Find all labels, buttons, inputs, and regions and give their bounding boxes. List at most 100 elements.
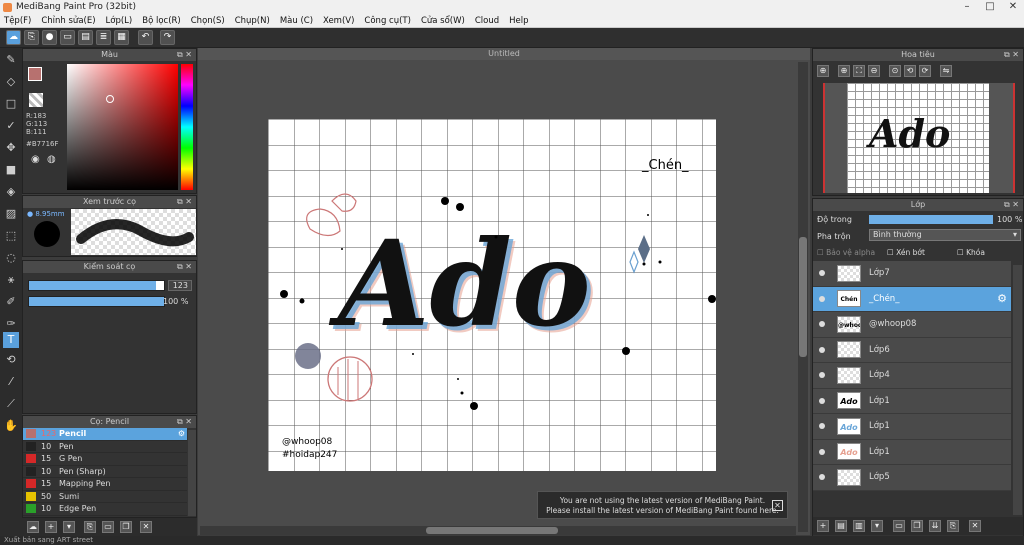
duplicate-layer-icon[interactable]: ❐ (911, 520, 923, 532)
dot-tool-icon[interactable]: ✓ (3, 118, 19, 134)
layer-row[interactable]: Lớp4 (813, 363, 1011, 389)
layer-folder-icon[interactable]: ▭ (893, 520, 905, 532)
brush-item-pen-sharp[interactable]: 10 Pen (Sharp) (23, 466, 187, 478)
brush-item-pen[interactable]: 10 Pen (23, 441, 187, 453)
zoom-in-icon[interactable]: ⊕ (817, 65, 829, 77)
menu-layer[interactable]: Lớp(L) (106, 16, 133, 26)
opacity-slider[interactable] (28, 296, 165, 307)
layer-opacity-slider[interactable] (869, 215, 993, 224)
layer-row[interactable]: Ado Lớp1 (813, 414, 1011, 440)
cloud-icon[interactable]: ☁ (6, 30, 21, 45)
minimize-button[interactable]: – (956, 0, 978, 14)
gear-icon[interactable]: ⚙ (997, 292, 1007, 305)
lasso-tool-icon[interactable]: ◌ (3, 250, 19, 266)
close-button[interactable]: ✕ (1002, 0, 1024, 14)
layer-row[interactable]: Lớp5 (813, 465, 1011, 491)
close-notice-icon[interactable]: ✕ (772, 500, 783, 511)
fit-icon[interactable]: ⛶ (853, 65, 865, 77)
menu-filter[interactable]: Bộ lọc(R) (142, 16, 181, 26)
rotate-right-icon[interactable]: ⟳ (919, 65, 931, 77)
chat-icon[interactable]: ▭ (60, 30, 75, 45)
merge-down-icon[interactable]: ⇊ (929, 520, 941, 532)
new-layer-icon[interactable]: + (817, 520, 829, 532)
brush-menu-icon[interactable]: ▾ (63, 521, 75, 533)
zoom-out-icon[interactable]: ⊖ (868, 65, 880, 77)
size-value[interactable]: 123 (168, 280, 192, 291)
magic-wand-icon[interactable]: ⚹ (3, 272, 19, 288)
visibility-icon[interactable] (819, 270, 825, 277)
delete-icon[interactable]: ✕ (140, 521, 152, 533)
panel-options-icon[interactable]: ⧉ ✕ (1004, 49, 1019, 61)
panel-options-icon[interactable]: ⧉ ✕ (177, 416, 192, 428)
duplicate-icon[interactable]: ❐ (120, 521, 132, 533)
menu-select[interactable]: Chọn(S) (191, 16, 225, 26)
clipping-checkbox[interactable]: ☐ Xén bớt (887, 248, 925, 257)
menu-view[interactable]: Xem(V) (323, 16, 354, 26)
brush-item-sumi[interactable]: 50 Sumi (23, 491, 187, 503)
brush-list-scrollbar[interactable] (188, 430, 196, 516)
horizontal-scrollbar[interactable] (200, 526, 796, 535)
foreground-swatch[interactable] (28, 67, 42, 81)
copy-brush-icon[interactable]: ⎘ (84, 521, 96, 533)
hand-tool-icon[interactable]: ✋ (3, 418, 19, 434)
fill-rect-tool-icon[interactable]: ■ (3, 162, 19, 178)
menu-color[interactable]: Màu (C) (280, 16, 313, 26)
zoom-in-2-icon[interactable]: ⊕ (838, 65, 850, 77)
gradient-tool-icon[interactable]: ▨ (3, 206, 19, 222)
menu-tools[interactable]: Công cụ(T) (364, 16, 411, 26)
picker-handle[interactable] (106, 95, 114, 103)
palette-add-icon[interactable]: ◍ (47, 154, 56, 165)
panel-options-icon[interactable]: ⧉ ✕ (1004, 199, 1019, 211)
brush-item-pencil[interactable]: 123 Pencil ⚙ (23, 428, 187, 441)
panel-options-icon[interactable]: ⧉ ✕ (177, 196, 192, 208)
brush-item-mapping-pen[interactable]: 15 Mapping Pen (23, 478, 187, 491)
save-icon[interactable]: ⎘ (24, 30, 39, 45)
text-tool-icon[interactable]: T (3, 332, 19, 348)
menu-snap[interactable]: Chụp(N) (235, 16, 270, 26)
move-tool-icon[interactable]: ✥ (3, 140, 19, 156)
select-eraser-icon[interactable]: ✑ (3, 316, 19, 332)
new-1bit-layer-icon[interactable]: ▥ (853, 520, 865, 532)
brush-item-edge-pen[interactable]: 10 Edge Pen (23, 503, 187, 516)
visibility-icon[interactable] (819, 346, 825, 353)
visibility-icon[interactable] (819, 448, 825, 455)
visibility-icon[interactable] (819, 372, 825, 379)
select-tool-icon[interactable]: ⬚ (3, 228, 19, 244)
flip-icon[interactable]: ⇋ (940, 65, 952, 77)
layer-row-selected[interactable]: Chén _Chén_ ⚙ (813, 286, 1011, 312)
lock-checkbox[interactable]: ☐ Khóa (957, 248, 985, 257)
eyedropper-icon[interactable]: ⁄ (3, 374, 19, 390)
visibility-icon[interactable] (819, 295, 825, 302)
visibility-icon[interactable] (819, 474, 825, 481)
drawing-canvas[interactable]: _Chén_ Ado Ado Ado @whoop08 #hoidap247 (268, 119, 716, 471)
visibility-icon[interactable] (819, 423, 825, 430)
vertical-scrollbar[interactable] (798, 62, 808, 532)
blend-mode-select[interactable]: Bình thường ▾ (869, 229, 1021, 241)
page-icon[interactable]: ▤ (78, 30, 93, 45)
cloud-brush-icon[interactable]: ☁ (27, 521, 39, 533)
menu-help[interactable]: Help (509, 16, 528, 26)
layer-row[interactable]: Lớp7 (813, 261, 1011, 287)
add-brush-icon[interactable]: + (45, 521, 57, 533)
panel-options-icon[interactable]: ⧉ ✕ (177, 49, 192, 61)
visibility-icon[interactable] (819, 397, 825, 404)
menu-window[interactable]: Cửa sổ(W) (421, 16, 465, 26)
divide-tool-icon[interactable]: ⟋ (3, 396, 19, 412)
size-slider[interactable] (28, 280, 165, 291)
menu-file[interactable]: Tệp(F) (4, 16, 31, 26)
rect-tool-icon[interactable]: □ (3, 96, 19, 112)
redo-icon[interactable]: ↷ (160, 30, 175, 45)
maximize-button[interactable]: □ (979, 0, 1001, 14)
navigator-preview[interactable]: Ado (823, 83, 1015, 193)
panel-options-icon[interactable]: ⧉ ✕ (177, 261, 192, 273)
visibility-icon[interactable] (819, 321, 825, 328)
layer-menu-icon[interactable]: ▾ (871, 520, 883, 532)
menu-cloud[interactable]: Cloud (475, 16, 499, 26)
layer-settings-icon[interactable]: ⎘ (947, 520, 959, 532)
layer-row[interactable]: Ado Lớp1 (813, 388, 1011, 414)
bucket-tool-icon[interactable]: ◈ (3, 184, 19, 200)
comment-icon[interactable]: ● (42, 30, 57, 45)
menu-edit[interactable]: Chỉnh sửa(E) (41, 16, 95, 26)
folder-icon[interactable]: ▭ (102, 521, 114, 533)
gear-icon[interactable]: ⚙ (178, 429, 185, 438)
